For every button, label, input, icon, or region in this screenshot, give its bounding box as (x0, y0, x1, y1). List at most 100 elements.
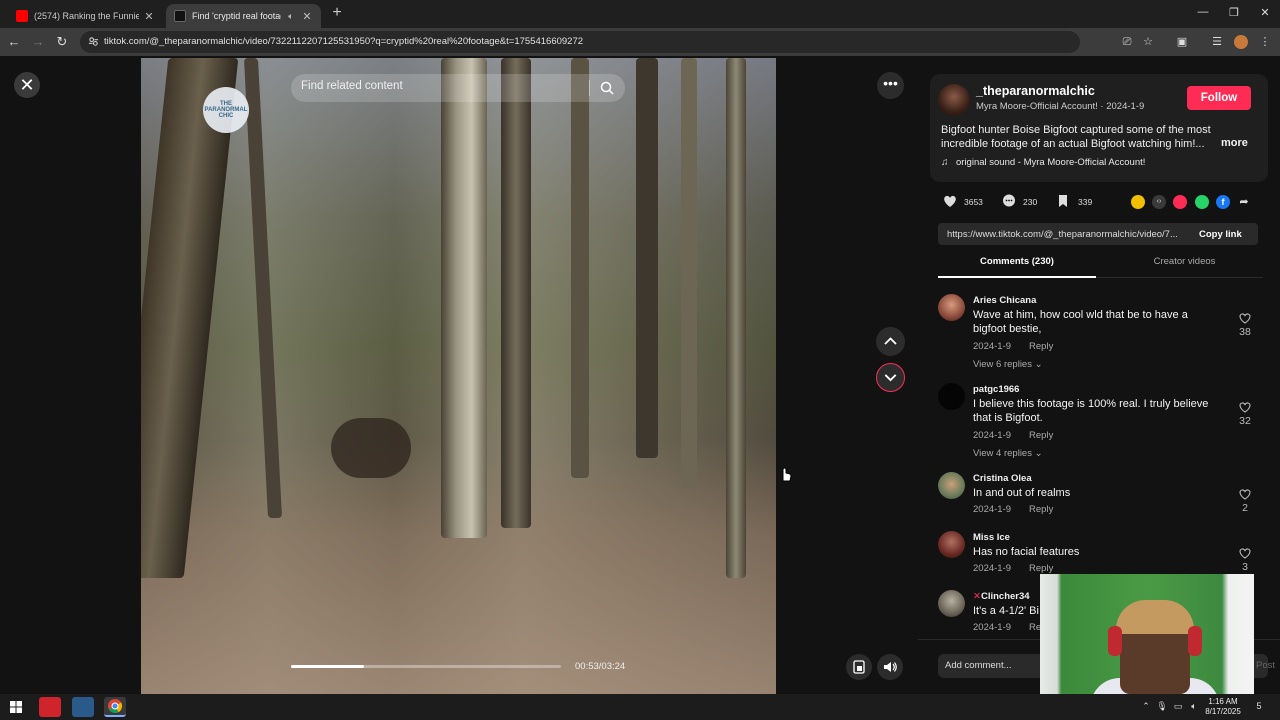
commenter-name[interactable]: ✕Clincher34 (973, 591, 1030, 602)
share-arrow-icon[interactable]: ➦ (1237, 195, 1251, 209)
post-comment-button[interactable]: Post (1256, 660, 1275, 671)
reply-button[interactable]: Reply (1029, 504, 1053, 515)
clock-date: 8/17/2025 (1205, 707, 1241, 716)
commenter-avatar[interactable] (938, 294, 965, 321)
comment-heart-icon[interactable] (1238, 546, 1252, 560)
view-replies-link[interactable]: View 4 replies ⌄ (973, 448, 1043, 459)
search-input[interactable]: Find related content (301, 80, 403, 92)
next-video-button[interactable] (876, 363, 905, 392)
back-icon[interactable]: ← (4, 32, 24, 52)
creator-username[interactable]: _theparanormalchic (976, 84, 1095, 98)
comment-text: I believe this footage is 100% real. I t… (973, 398, 1209, 424)
heart-icon[interactable] (942, 193, 958, 209)
comment-icon[interactable] (1001, 193, 1017, 209)
new-tab-button[interactable]: + (328, 4, 346, 22)
bookmark-icon[interactable] (1055, 193, 1071, 209)
creator-avatar[interactable] (938, 84, 970, 116)
taskbar-clock[interactable]: 1:16 AM 8/17/2025 (1200, 697, 1246, 717)
comment-meta: 2024-1-9 Reply (973, 430, 1053, 441)
microphone-icon[interactable]: 🎙︎ (1155, 701, 1169, 712)
chrome-logo-icon (108, 699, 123, 714)
reply-button[interactable]: Reply (1029, 430, 1053, 441)
media-controls-icon[interactable]: ☰ (1210, 35, 1224, 49)
minimize-button[interactable]: — (1188, 6, 1218, 18)
browser-menu-icon[interactable]: ⋮ (1258, 35, 1272, 49)
sidepanel-icon[interactable]: ▣ (1175, 35, 1189, 49)
youtube-icon (16, 10, 28, 22)
search-icon[interactable] (599, 80, 615, 96)
follow-button[interactable]: Follow (1187, 86, 1251, 110)
video-link-text[interactable]: https://www.tiktok.com/@_theparanormalch… (947, 229, 1187, 240)
browser-tab-tiktok[interactable]: Find 'cryptid real footage' o 🔈︎ ✕ (166, 4, 321, 28)
comment-date: 2024-1-9 (973, 563, 1012, 574)
commenter-name-text: Clincher34 (980, 591, 1030, 602)
previous-video-button[interactable] (876, 327, 905, 356)
close-tab-icon[interactable]: ✕ (301, 10, 313, 23)
profile-avatar-icon[interactable] (1234, 35, 1248, 49)
embed-code-icon[interactable]: ‹› (1152, 195, 1166, 209)
video-timecode: 00:53/03:24 (575, 661, 626, 672)
tree-trunk (141, 58, 239, 578)
tab-title: Find 'cryptid real footage' o (192, 11, 281, 21)
related-search-bar[interactable]: Find related content (291, 74, 625, 102)
notification-icon[interactable]: 5 (1252, 701, 1266, 711)
tree-trunk (501, 58, 531, 528)
close-tab-icon[interactable]: ✕ (143, 10, 155, 23)
creator-subtitle: Myra Moore-Official Account! · 2024-1-9 (976, 101, 1145, 112)
speaker-icon[interactable]: 🔈︎ (285, 11, 297, 22)
tray-overflow-icon[interactable]: ⌃ (1139, 701, 1153, 712)
windows-taskbar: ⌃ 🎙︎ ▭ 🔈︎ 1:16 AM 8/17/2025 5 (0, 694, 1280, 720)
coin-share-icon[interactable] (1131, 195, 1145, 209)
editor-app-icon[interactable] (72, 697, 94, 717)
bookmark-star-icon[interactable]: ☆ (1141, 35, 1155, 49)
whatsapp-icon[interactable] (1195, 195, 1209, 209)
address-bar[interactable]: tiktok.com/@_theparanormalchic/video/732… (80, 31, 1080, 53)
commenter-name[interactable]: Miss Ice (973, 532, 1010, 543)
tree-trunk (243, 58, 283, 518)
browser-tab-youtube[interactable]: (2574) Ranking the Funniest Da ✕ (8, 4, 163, 28)
browser-tab-strip: (2574) Ranking the Funniest Da ✕ Find 'c… (0, 0, 1280, 28)
chrome-app-icon[interactable] (104, 697, 126, 717)
commenter-avatar[interactable] (938, 590, 965, 617)
forward-icon[interactable]: → (28, 32, 48, 52)
commenter-avatar[interactable] (938, 531, 965, 558)
facebook-icon[interactable]: f (1216, 195, 1230, 209)
more-options-icon[interactable]: ••• (877, 72, 904, 99)
comment-heart-icon[interactable] (1238, 487, 1252, 501)
windows-start-icon[interactable] (5, 697, 27, 717)
close-icon[interactable]: ✕ (14, 72, 40, 98)
comment-heart-icon[interactable] (1238, 311, 1252, 325)
site-info-icon[interactable] (88, 36, 99, 47)
volume-tray-icon[interactable]: 🔈︎ (1187, 701, 1201, 712)
send-share-icon[interactable] (1173, 195, 1187, 209)
commenter-name[interactable]: Aries Chicana (973, 295, 1036, 306)
commenter-avatar[interactable] (938, 383, 965, 410)
install-app-icon[interactable]: ⎚ (1120, 35, 1134, 49)
reply-button[interactable]: Reply (1029, 341, 1053, 352)
description-more-link[interactable]: more (1221, 137, 1248, 149)
close-window-button[interactable]: ✕ (1250, 6, 1280, 19)
copy-link-button[interactable]: Copy link (1199, 229, 1242, 240)
video-link-box[interactable]: https://www.tiktok.com/@_theparanormalch… (938, 223, 1258, 245)
volume-button[interactable] (877, 654, 903, 680)
reload-icon[interactable]: ↻ (52, 32, 72, 52)
tab-creator-videos[interactable]: Creator videos (1106, 252, 1263, 278)
commenter-avatar[interactable] (938, 472, 965, 499)
video-progress-bar[interactable] (291, 665, 561, 668)
commenter-name[interactable]: patgc1966 (973, 384, 1019, 395)
comment-text: Has no facial features (973, 546, 1080, 558)
reply-button[interactable]: Reply (1029, 563, 1053, 574)
tab-comments[interactable]: Comments (230) (938, 252, 1096, 278)
sound-link[interactable]: original sound - Myra Moore-Official Acc… (956, 157, 1145, 168)
like-count: 3653 (964, 197, 983, 207)
comment-heart-icon[interactable] (1238, 400, 1252, 414)
restore-button[interactable]: ❐ (1219, 6, 1249, 19)
view-replies-link[interactable]: View 6 replies ⌄ (973, 359, 1043, 370)
webcam-person-cap (1116, 600, 1194, 634)
commenter-name[interactable]: Cristina Olea (973, 473, 1032, 484)
floating-player-button[interactable] (846, 654, 872, 680)
network-icon[interactable]: ▭ (1171, 701, 1185, 712)
video-player[interactable]: THE PARANORMAL CHIC Find related content… (141, 58, 776, 694)
panel-tabs: Comments (230) Creator videos (938, 252, 1263, 278)
amd-app-icon[interactable] (39, 697, 61, 717)
